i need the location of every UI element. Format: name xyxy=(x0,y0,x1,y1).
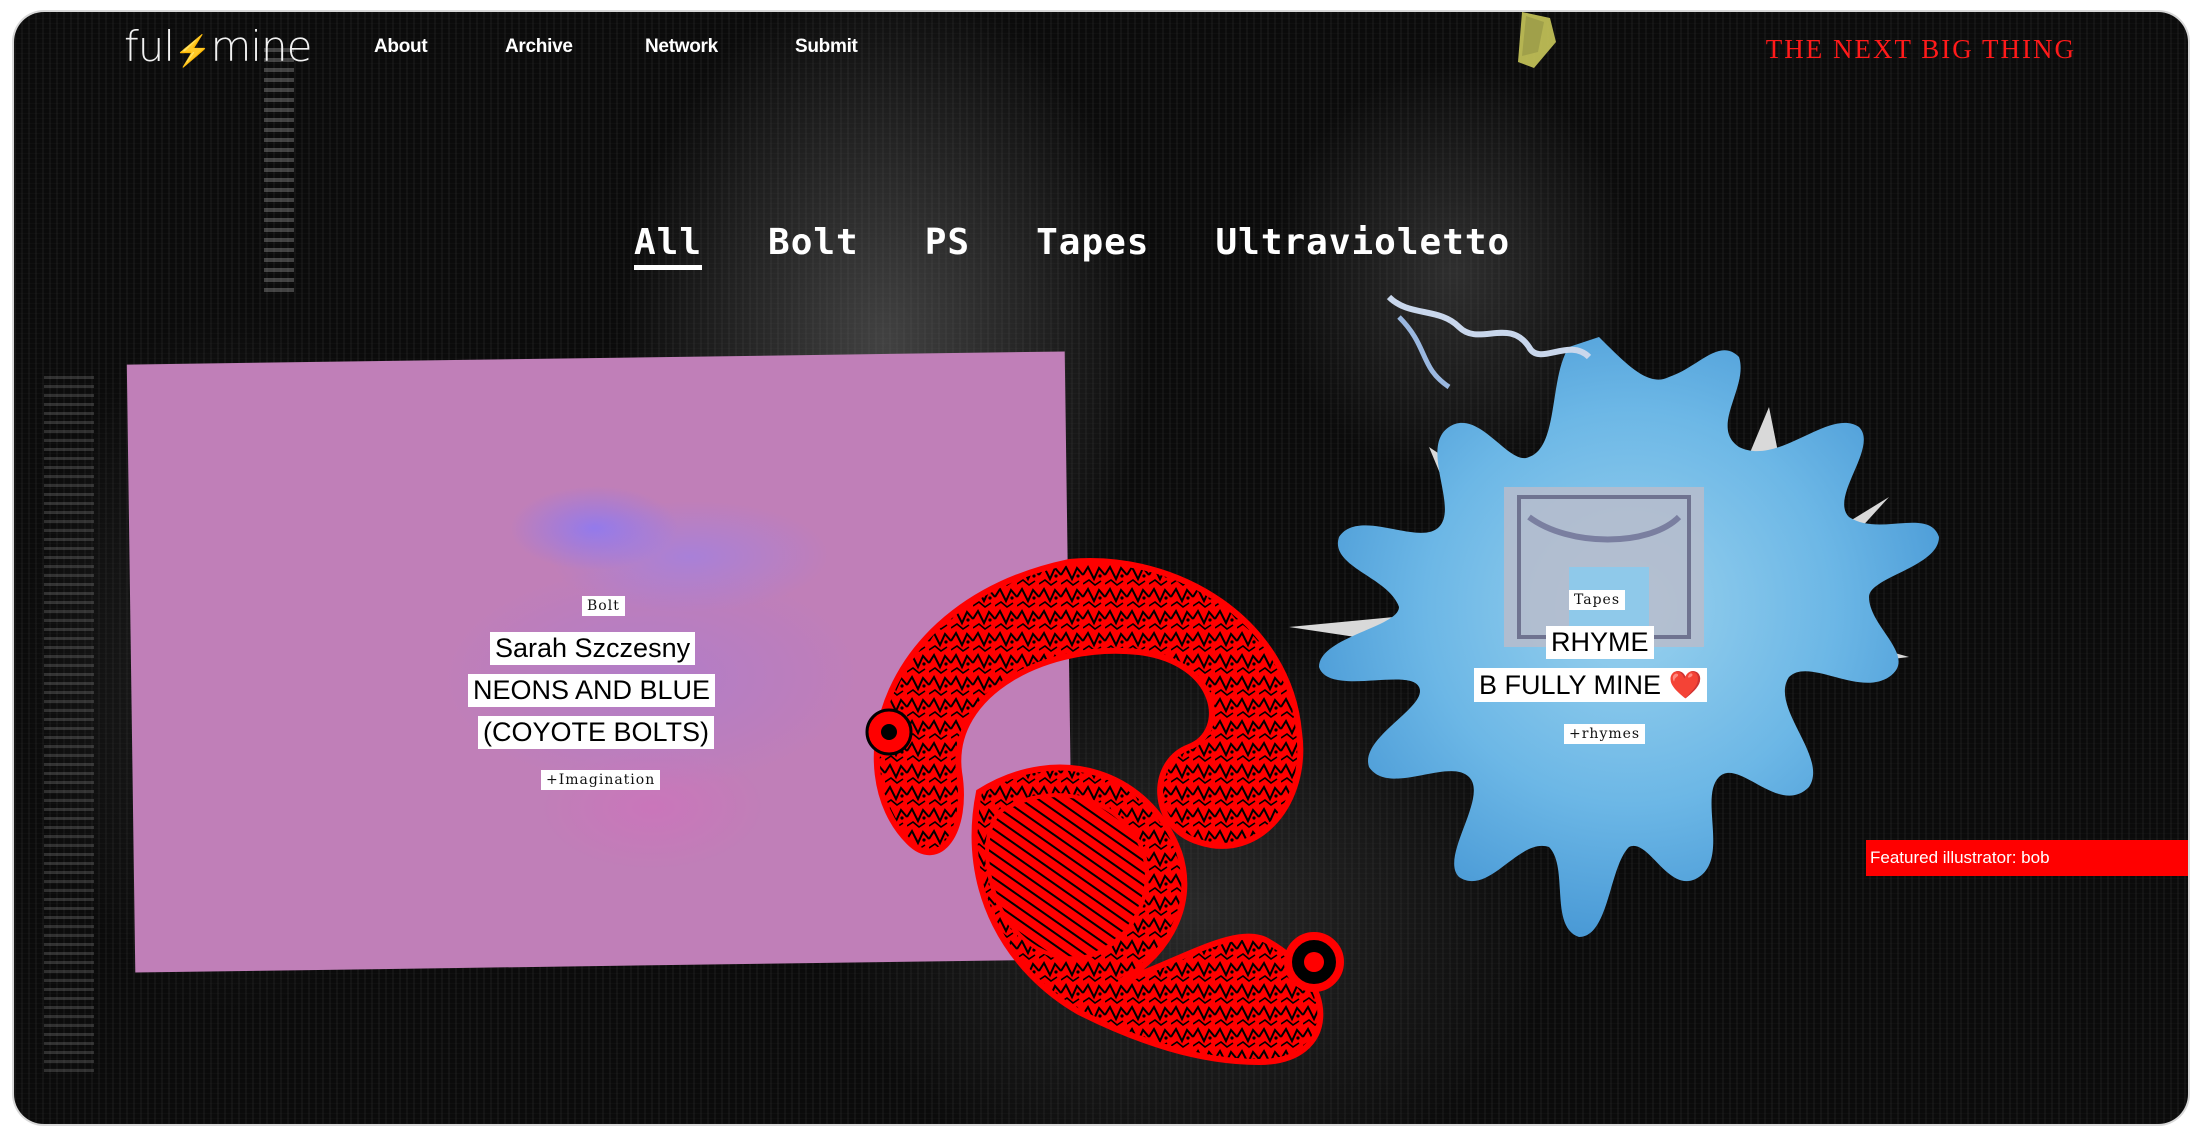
card-title-line[interactable]: B FULLY MINE ❤️ xyxy=(1474,668,1708,702)
logo-text-right: mine xyxy=(210,22,312,71)
page-frame: ful⚡mine About Archive Network Submit TH… xyxy=(14,12,2188,1124)
card-title-line[interactable]: (COYOTE BOLTS) xyxy=(478,716,715,749)
featured-illustrator-banner[interactable]: Featured illustrator: bob xyxy=(1866,840,2188,876)
nav-link-about[interactable]: About xyxy=(374,36,428,58)
card-category-tag[interactable]: Tapes xyxy=(1569,590,1626,610)
tab-ultravioletto[interactable]: Ultravioletto xyxy=(1215,222,1510,270)
card-title-line[interactable]: Sarah Szczesny xyxy=(490,632,696,665)
card-hashtag[interactable]: +Imagination xyxy=(541,770,661,790)
nav-link-network[interactable]: Network xyxy=(645,36,718,58)
background-texture xyxy=(44,372,94,1072)
background-texture-top xyxy=(264,42,294,292)
card-title-line[interactable]: RHYME xyxy=(1546,626,1654,659)
card-title-line[interactable]: NEONS AND BLUE xyxy=(468,674,716,707)
tab-tapes[interactable]: Tapes xyxy=(1036,222,1149,270)
card-category-tag[interactable]: Bolt xyxy=(582,596,625,616)
category-filter-tabs: All Bolt PS Tapes Ultravioletto xyxy=(634,222,1576,270)
tab-ps[interactable]: PS xyxy=(925,222,970,270)
logo-text-left: ful xyxy=(124,22,175,71)
tab-bolt[interactable]: Bolt xyxy=(768,222,859,270)
nav-link-archive[interactable]: Archive xyxy=(505,36,573,58)
site-logo[interactable]: ful⚡mine xyxy=(124,22,312,71)
decorative-fragment-icon xyxy=(1518,12,1556,68)
nav-link-submit[interactable]: Submit xyxy=(795,36,858,58)
lightning-bolt-icon: ⚡ xyxy=(174,34,211,69)
tab-all[interactable]: All xyxy=(634,222,703,270)
headline-marquee[interactable]: THE NEXT BIG THING xyxy=(1766,34,2076,65)
card-hashtag[interactable]: +rhymes xyxy=(1564,724,1646,744)
